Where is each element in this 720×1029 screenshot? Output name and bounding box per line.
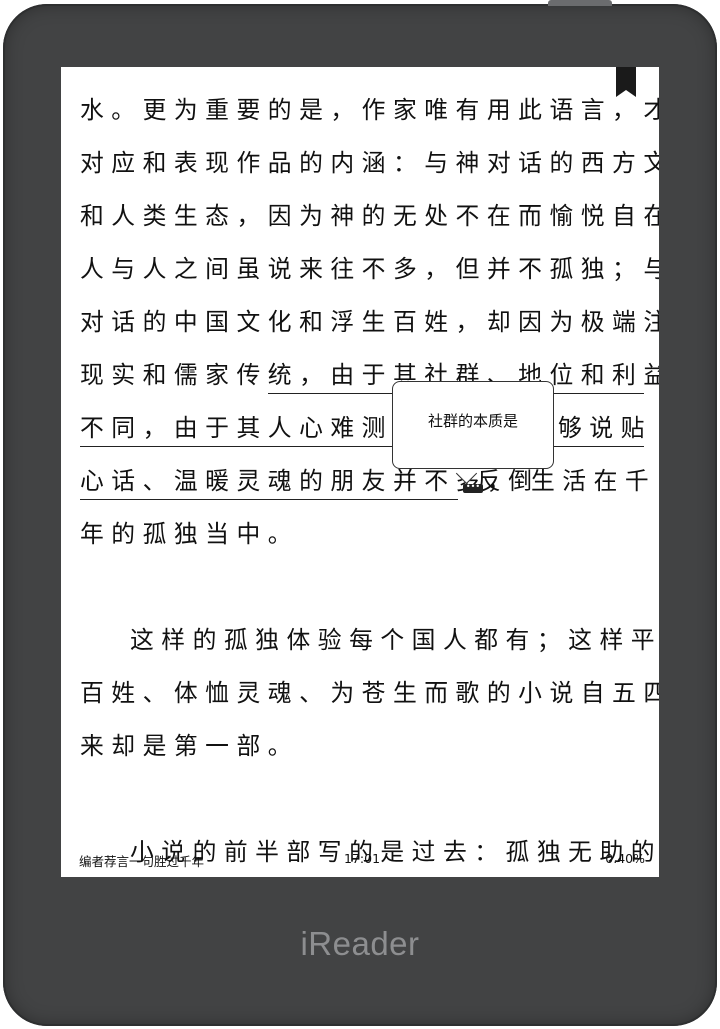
text-line: 现实和儒家传统，由于其社群、地位和利益的 xyxy=(80,361,659,389)
brand-logo: iReader xyxy=(300,925,420,962)
text-line-tail: 够说贴 xyxy=(558,414,652,442)
power-button[interactable] xyxy=(548,0,612,6)
paragraph-line: 百姓、体恤灵魂、为苍生而歌的小说自五四以 xyxy=(80,679,659,707)
text-line: 不同，由于其人心难测和 xyxy=(80,414,425,442)
highlighted-line[interactable]: 现实和儒家传统，由于其社群、地位和利益的 xyxy=(80,356,659,409)
paragraph-line: 这样的孤独体验每个国人都有；这样平视 xyxy=(130,626,659,654)
clock: 17:01 xyxy=(344,851,381,866)
text-line: 水。更为重要的是，作家唯有用此语言，才有 xyxy=(80,96,659,124)
text-line: 年的孤独当中。 xyxy=(80,520,300,548)
reader-screen[interactable]: 水。更为重要的是，作家唯有用此语言，才有 对应和表现作品的内涵：与神对话的西方文… xyxy=(61,67,659,877)
note-marker-icon[interactable]: ••• xyxy=(463,483,483,493)
reading-progress: 0.40% xyxy=(605,851,645,866)
text-line: 和人类生态，因为神的无处不在而愉悦自在。 xyxy=(80,202,659,230)
status-bar: 编者荐言一句胜过千年 17:01 0.40% xyxy=(79,851,645,871)
underline-highlight xyxy=(80,446,644,447)
highlighted-line[interactable]: 心话、温暖灵魂的朋友并不多， 反倒 生活在千 xyxy=(80,462,649,515)
chapter-title: 编者荐言一句胜过千年 xyxy=(79,854,205,869)
note-popup-text: 社群的本质是 xyxy=(427,412,518,430)
note-popup[interactable]: 社群的本质是 xyxy=(392,381,554,469)
underline-highlight xyxy=(80,499,458,500)
text-line: 对应和表现作品的内涵：与神对话的西方文化 xyxy=(80,149,659,177)
book-text[interactable]: 水。更为重要的是，作家唯有用此语言，才有 对应和表现作品的内涵：与神对话的西方文… xyxy=(80,91,659,877)
paragraph-line: 来却是第一部。 xyxy=(80,732,300,760)
text-line: 心话、温暖灵魂的朋友并不多， xyxy=(80,467,519,495)
text-line: 人与人之间虽说来往不多，但并不孤独；与人 xyxy=(80,255,659,283)
text-line: 对话的中国文化和浮生百姓，却因为极端注重 xyxy=(80,308,659,336)
highlighted-line[interactable]: 不同，由于其人心难测和 够说贴 xyxy=(80,409,646,462)
